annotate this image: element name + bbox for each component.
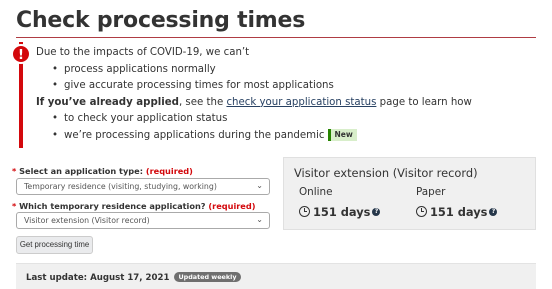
question-circle-icon[interactable]: ? bbox=[489, 208, 498, 216]
paper-time: 151 days? bbox=[416, 205, 498, 219]
application-type-label: * Select an application type: (required) bbox=[12, 166, 193, 176]
new-badge: New bbox=[327, 128, 357, 141]
required-marker: (required) bbox=[208, 201, 256, 211]
covid-alert: ! Due to the impacts of COVID-19, we can… bbox=[11, 42, 472, 148]
processing-time-result: Visitor extension (Visitor record) Onlin… bbox=[283, 157, 536, 230]
list-item: give accurate processing times for most … bbox=[52, 78, 472, 95]
already-applied-line: If you’ve already applied, see the check… bbox=[36, 95, 472, 112]
result-title: Visitor extension (Visitor record) bbox=[294, 166, 478, 180]
application-type-select[interactable]: Temporary residence (visiting, studying,… bbox=[16, 178, 270, 195]
temporary-residence-label: * Which temporary residence application?… bbox=[12, 201, 255, 211]
required-marker: (required) bbox=[145, 166, 193, 176]
chevron-down-icon: ⌄ bbox=[256, 181, 263, 190]
paper-label: Paper bbox=[416, 186, 446, 198]
already-applied-bold: If you’ve already applied bbox=[36, 96, 179, 108]
required-star: * bbox=[12, 201, 17, 211]
list-item: we’re processing applications during the… bbox=[52, 128, 472, 145]
cant-list: process applications normally give accur… bbox=[52, 62, 472, 95]
clock-icon bbox=[299, 206, 310, 217]
required-star: * bbox=[12, 166, 17, 176]
application-type-label-text: Select an application type: bbox=[19, 166, 143, 176]
learn-list: to check your application status we’re p… bbox=[52, 111, 472, 145]
check-status-link[interactable]: check your application status bbox=[226, 97, 376, 108]
last-update-bar: Last update: August 17, 2021 Updated wee… bbox=[16, 263, 536, 289]
last-update: Last update: August 17, 2021 Updated wee… bbox=[26, 272, 241, 283]
online-time: 151 days? bbox=[299, 205, 381, 219]
already-applied-mid: , see the bbox=[178, 96, 227, 108]
temporary-residence-label-text: Which temporary residence application? bbox=[19, 201, 206, 211]
application-type-value: Temporary residence (visiting, studying,… bbox=[24, 182, 217, 191]
list-item-text: we’re processing applications during the… bbox=[64, 129, 325, 141]
online-days: 151 days bbox=[313, 205, 371, 219]
chevron-down-icon: ⌄ bbox=[256, 215, 263, 224]
alert-intro: Due to the impacts of COVID-19, we can’t bbox=[36, 47, 250, 58]
last-update-text: Last update: August 17, 2021 bbox=[26, 273, 170, 283]
paper-days: 151 days bbox=[430, 205, 488, 219]
get-processing-time-button[interactable]: Get processing time bbox=[16, 236, 93, 254]
question-circle-icon[interactable]: ? bbox=[372, 208, 381, 216]
exclamation-circle-icon: ! bbox=[11, 44, 31, 64]
alert-body: Due to the impacts of COVID-19, we can’t… bbox=[36, 45, 472, 145]
updated-weekly-badge: Updated weekly bbox=[174, 272, 241, 282]
online-label: Online bbox=[299, 186, 333, 198]
page-title: Check processing times bbox=[16, 8, 306, 33]
clock-icon bbox=[416, 206, 427, 217]
list-item: to check your application status bbox=[52, 111, 472, 128]
temporary-residence-value: Visitor extension (Visitor record) bbox=[24, 216, 150, 225]
temporary-residence-select[interactable]: Visitor extension (Visitor record) ⌄ bbox=[16, 212, 270, 229]
already-applied-end: page to learn how bbox=[376, 96, 472, 108]
title-divider bbox=[16, 37, 536, 38]
list-item: process applications normally bbox=[52, 62, 472, 79]
